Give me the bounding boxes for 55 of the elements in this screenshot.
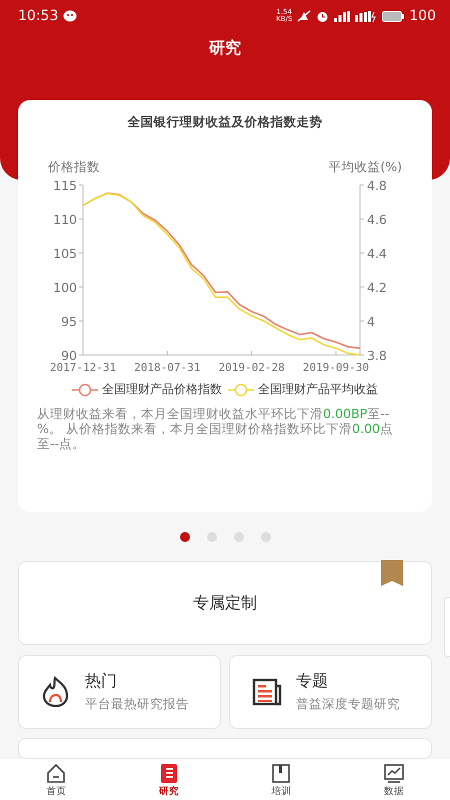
feature-card[interactable]: 热门 平台最热研究报告 [18,655,221,729]
chart-title: 全国银行理财收益及价格指数走势 [126,114,324,131]
chart-icon [382,762,405,784]
muted-bell-icon [297,10,312,22]
status-time: 10:53 [18,8,58,24]
document-icon [252,676,282,708]
tick-label: 4 [367,314,375,329]
signal-icon [334,10,350,22]
tick-label: 100 [53,280,77,295]
tick-label: 110 [53,212,77,227]
feature-card[interactable] [18,738,432,759]
battery-icon [382,10,404,22]
page-title: 研究 [208,38,242,59]
page-dot[interactable] [206,532,216,542]
home-icon [45,762,68,784]
tick-label: 4.6 [367,212,387,227]
side-handle[interactable] [444,597,450,657]
feature-title: 热门 [85,671,118,692]
tick-label: 95 [61,314,77,329]
legend-label: 全国理财产品价格指数 [102,381,222,398]
tick-label: 2017-12-31 [50,361,116,374]
tick-label: 105 [53,246,77,261]
feature-title: 专题 [296,671,329,692]
tick-label: 3.8 [367,348,387,363]
feature-subtitle: 平台最热研究报告 [85,696,189,713]
tab-item[interactable]: 培训 [225,759,338,800]
custom-card[interactable]: 专属定制 [18,561,432,645]
summary-text: 从理财收益来看，本月全国理财收益水平环比下滑0.00BP至--%。 从价格指数来看，本月全国理财价格指数环比下滑0.00点至--点。 [36,405,394,451]
feature-card[interactable]: 专题 普益深度专题研究 [229,655,432,729]
battery-level: 100 [409,8,436,24]
book-icon [270,762,292,784]
tick-label: 115 [53,178,77,193]
page-dot[interactable] [180,532,190,542]
tick-label: 4.8 [367,178,387,193]
flame-icon [41,676,71,708]
chat-icon [63,10,78,22]
legend-label: 全国理财产品平均收益 [258,381,378,398]
axis-title: 平均收益(%) [328,159,402,174]
tick-label: 4.2 [367,280,387,295]
axis-title: 价格指数 [48,159,100,174]
tick-label: 90 [61,348,77,363]
tab-item[interactable]: 研究 [112,759,225,800]
feature-subtitle: 普益深度专题研究 [296,696,400,713]
tick-label: 2019-02-28 [218,361,285,374]
signal-icon [355,10,378,22]
tick-label: 2018-07-31 [134,361,200,374]
bookmark-icon [381,560,403,586]
alarm-icon [316,10,330,22]
card-title: 专属定制 [193,592,257,614]
page-dot[interactable] [234,532,244,542]
tab-item[interactable]: 首页 [0,759,112,800]
tick-label: 4.4 [367,246,387,261]
page-dot[interactable] [260,532,270,542]
tab-item[interactable]: 数据 [338,759,450,800]
tick-label: 2019-09-30 [302,361,370,374]
